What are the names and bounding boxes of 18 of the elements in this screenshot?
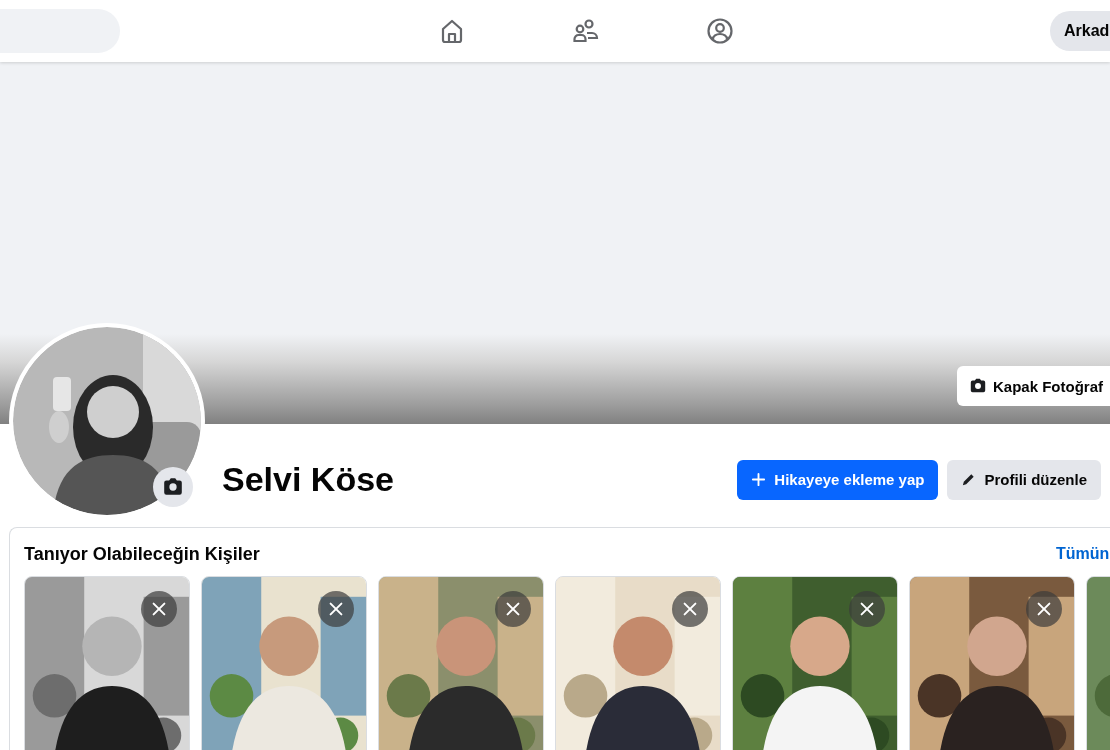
close-icon	[327, 600, 345, 618]
cover-photo-button[interactable]: Kapak Fotoğraf	[957, 366, 1110, 406]
plus-icon	[751, 472, 767, 487]
close-icon	[681, 600, 699, 618]
close-icon	[150, 600, 168, 618]
camera-icon	[162, 476, 184, 498]
edit-profile-button[interactable]: Profili düzenle	[947, 459, 1101, 500]
friends-icon	[572, 17, 600, 45]
close-icon	[858, 600, 876, 618]
section-title: Tanıyor Olabileceğin Kişiler	[24, 543, 260, 565]
add-story-button[interactable]: Hikayeye ekleme yap	[737, 459, 939, 500]
friends-button[interactable]: Arkad	[1050, 11, 1110, 51]
profile-name: Selvi Köse	[222, 460, 394, 499]
profile-icon	[706, 17, 734, 45]
see-all-link[interactable]: Tümün	[1056, 545, 1110, 563]
close-icon	[504, 600, 522, 618]
camera-icon	[969, 377, 987, 395]
close-icon	[1035, 600, 1053, 618]
